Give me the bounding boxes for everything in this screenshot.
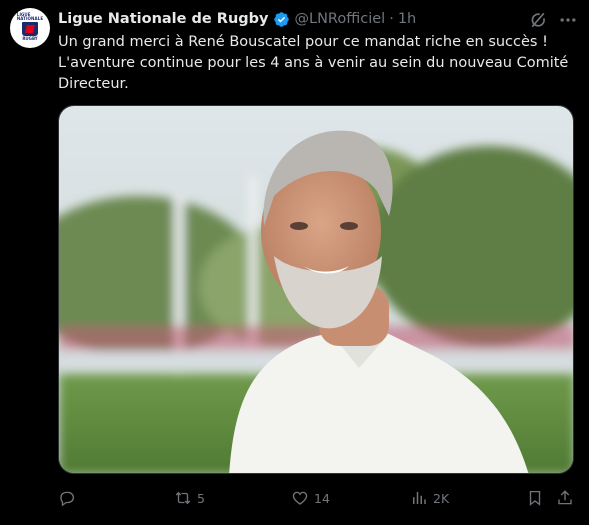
tweet-text: Un grand merci à René Bouscatel pour ce …: [58, 32, 573, 95]
reply-icon: [60, 491, 75, 507]
separator-dot: ·: [389, 11, 394, 27]
tweet-text-line: L'aventure continue pour les 4 ans à ven…: [58, 55, 569, 71]
like-count: 14: [314, 490, 330, 506]
share-icon: [558, 490, 572, 505]
more-button[interactable]: [557, 9, 579, 31]
timestamp[interactable]: 1h: [398, 11, 416, 27]
share-button[interactable]: [556, 486, 574, 510]
avatar[interactable]: LIGUE NATIONALE RUGBY: [10, 8, 50, 48]
reply-button[interactable]: [58, 486, 81, 510]
tweet-header: Ligue Nationale de Rugby @LNRofficiel · …: [58, 9, 416, 29]
lnr-logo: LIGUE NATIONALE RUGBY: [16, 12, 44, 43]
grok-icon[interactable]: [528, 10, 548, 30]
tweet-text-line: Un grand merci à René Bouscatel pour ce …: [58, 34, 548, 50]
bookmark-icon: [529, 490, 541, 506]
tweet-photo[interactable]: [58, 105, 574, 474]
views-count: 2K: [433, 490, 450, 506]
verified-badge-icon[interactable]: [273, 11, 290, 28]
logo-text-bottom: RUGBY: [22, 36, 38, 41]
action-bar: 5 14 2K: [0, 486, 589, 510]
views-button[interactable]: 2K: [410, 486, 449, 510]
bookmark-button[interactable]: [526, 486, 544, 510]
portrait-photo: [59, 106, 573, 473]
retweet-icon: [175, 491, 191, 505]
author-name[interactable]: Ligue Nationale de Rugby: [58, 11, 269, 27]
more-icon: [560, 18, 576, 22]
tweet-text-line: Directeur.: [58, 76, 129, 92]
heart-icon: [292, 491, 308, 505]
logo-shield-icon: [22, 22, 38, 36]
author-handle[interactable]: @LNRofficiel: [295, 11, 386, 27]
views-icon: [413, 492, 426, 504]
like-button[interactable]: 14: [291, 486, 330, 510]
retweet-count: 5: [197, 490, 205, 506]
retweet-button[interactable]: 5: [174, 486, 205, 510]
logo-text-top: LIGUE NATIONALE: [16, 12, 44, 21]
